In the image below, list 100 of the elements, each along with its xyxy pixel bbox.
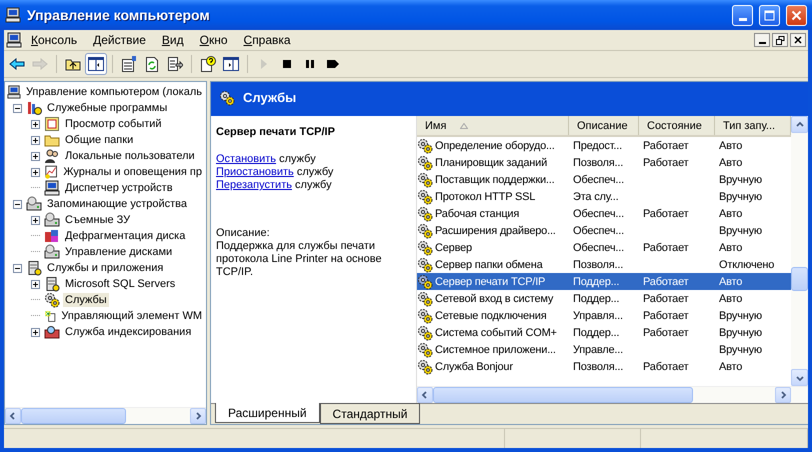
service-row[interactable]: Сетевой вход в систему Поддер... Работает Авто (417, 290, 791, 307)
view-tab[interactable]: Расширенный (215, 403, 320, 423)
minimize-button[interactable] (754, 33, 770, 47)
expand-toggle[interactable] (31, 328, 40, 336)
minimize-icon (758, 42, 766, 44)
menu-item[interactable]: Окно (192, 31, 235, 49)
menu-item[interactable]: Вид (154, 31, 191, 49)
service-row[interactable]: Протокол HTTP SSL Эта слу... Вручную (417, 188, 791, 205)
action-link[interactable]: Приостановить (216, 166, 294, 178)
service-row[interactable]: Служба Bonjour Позволя... Работает Авто (417, 358, 791, 375)
restore-icon (776, 36, 784, 44)
action-link[interactable]: Перезапустить (216, 179, 292, 191)
column-header[interactable]: Описание (569, 116, 639, 135)
scroll-thumb[interactable] (21, 408, 126, 424)
column-header[interactable]: Состояние (639, 116, 715, 135)
tree-pane-icon (88, 57, 104, 71)
close-button[interactable] (790, 33, 806, 47)
defrag-icon (44, 228, 60, 244)
play-icon (259, 58, 269, 70)
menu-item[interactable]: Консоль (24, 31, 84, 49)
service-row[interactable]: Поставщик поддержки... Обеспеч... Вручную (417, 171, 791, 188)
server-icon (26, 260, 42, 276)
expand-toggle[interactable] (31, 136, 40, 144)
tree-item[interactable]: Журналы и оповещения пр (61, 165, 204, 179)
table-cell-text: Работает (642, 326, 690, 338)
service-row[interactable]: Сервер папки обмена Позволя... Отключено (417, 256, 791, 273)
service-row[interactable]: Системное приложени... Управле... Вручную (417, 341, 791, 358)
tree-item[interactable]: Microsoft SQL Servers (63, 277, 178, 291)
expand-toggle[interactable] (31, 120, 40, 128)
tree-item[interactable]: Служба индексирования (63, 325, 194, 339)
forward-arrow-icon (32, 58, 48, 70)
expand-toggle[interactable] (31, 168, 40, 176)
action-line: Перезапустить службу (216, 179, 333, 192)
collapse-toggle[interactable] (13, 200, 22, 208)
column-header[interactable]: Имя (417, 116, 569, 135)
action-line: Остановить службу (216, 153, 317, 166)
service-row[interactable]: Рабочая станция Обеспеч... Работает Авто (417, 205, 791, 222)
tree-item[interactable]: Служебные программы (45, 101, 170, 115)
service-row[interactable]: Расширения драйверо... Обеспеч... Вручную (417, 222, 791, 239)
service-row[interactable]: Сервер печати TCP/IP Поддер... Работает Авто (417, 273, 791, 290)
table-cell-text: Работает (642, 140, 690, 152)
table-cell: Сервер (434, 240, 473, 254)
scroll-down-button[interactable] (791, 369, 808, 386)
table-cell-text: Авто (718, 242, 744, 254)
table-cell: Сервер папки обмена (434, 258, 544, 272)
tree-item[interactable]: Службы (63, 293, 109, 307)
menu-item[interactable]: Действие (86, 31, 153, 49)
service-row[interactable]: Сервер Обеспеч... Работает Авто (417, 239, 791, 256)
service-row[interactable]: Планировщик заданий Позволя... Работает Авто (417, 154, 791, 171)
service-row[interactable]: Система событий COM+ Поддер... Работает Вручную (417, 324, 791, 341)
refresh-icon (145, 56, 159, 72)
description-label: Описание: (216, 227, 271, 240)
tree-item[interactable]: Съемные ЗУ (63, 213, 132, 227)
service-row[interactable]: Определение оборудо... Предост... Работает Авто (417, 137, 791, 154)
scroll-left-button[interactable] (417, 387, 433, 403)
close-icon (794, 36, 802, 44)
collapse-toggle[interactable] (13, 264, 22, 272)
table-cell-text: Работает (642, 242, 690, 254)
tree-item[interactable]: Запоминающие устройства (45, 197, 190, 211)
tree-item[interactable]: Локальные пользователи (63, 149, 197, 163)
tree-item[interactable]: Диспетчер устройств (63, 181, 175, 195)
maximize-button[interactable] (759, 4, 780, 26)
tree-item[interactable]: Управление компьютером (локаль (24, 85, 204, 99)
scroll-thumb[interactable] (791, 267, 808, 291)
menu-item[interactable]: Справка (236, 31, 298, 49)
expand-toggle[interactable] (31, 152, 40, 160)
tree-item[interactable]: Службы и приложения (45, 261, 166, 275)
table-cell: Сетевые подключения (434, 308, 548, 322)
gears-icon (44, 292, 60, 308)
scroll-left-button[interactable] (5, 408, 21, 424)
expand-toggle[interactable] (31, 280, 40, 288)
table-cell: Расширения драйверо... (434, 224, 557, 238)
table-cell-text: Управля... (572, 310, 624, 322)
tree-item[interactable]: Просмотр событий (63, 117, 164, 131)
toolbar-button[interactable] (85, 53, 107, 75)
table-cell-text: Позволя... (572, 360, 624, 372)
scroll-right-button[interactable] (190, 408, 206, 424)
scroll-thumb[interactable] (433, 387, 693, 403)
view-tab[interactable]: Стандартный (320, 403, 420, 424)
gears-icon (219, 90, 235, 106)
service-row[interactable]: Сетевые подключения Управля... Работает Вручную (417, 307, 791, 324)
action-link[interactable]: Остановить (216, 153, 276, 165)
scroll-right-button[interactable] (775, 387, 791, 403)
table-cell-text: Авто (718, 276, 744, 288)
table-cell: Рабочая станция (434, 206, 520, 220)
tree-item[interactable]: Управление дисками (63, 245, 174, 259)
tree-item[interactable]: Дефрагментация диска (63, 229, 188, 243)
tree-item[interactable]: Общие папки (63, 133, 136, 147)
expand-toggle[interactable] (31, 216, 40, 224)
description-text: Поддержка для службы печати протокола Line Printer на основе TCP/IP. (216, 240, 383, 279)
drive-icon (44, 212, 60, 228)
collapse-toggle[interactable] (13, 104, 22, 112)
table-cell-text: Работает (642, 360, 690, 372)
drive-icon (26, 196, 42, 212)
users-icon (44, 148, 60, 164)
scroll-up-button[interactable] (791, 116, 808, 133)
tree-item[interactable]: Управляющий элемент WM (59, 309, 204, 323)
table-cell: Протокол HTTP SSL (434, 190, 536, 204)
console-icon (6, 32, 22, 48)
restore-button[interactable] (772, 33, 788, 47)
